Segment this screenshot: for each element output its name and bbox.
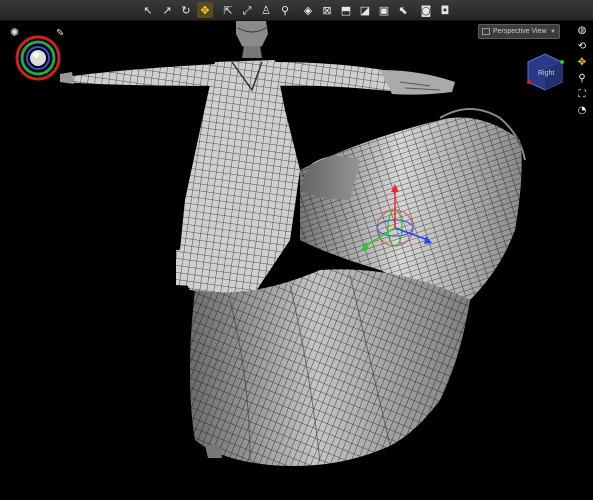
pan-icon[interactable]: ✥ <box>576 56 588 68</box>
light-icon[interactable]: ✺ <box>10 26 19 39</box>
spot-render-icon[interactable]: ▣ <box>376 2 392 18</box>
select-tool-icon[interactable]: ↖ <box>140 2 156 18</box>
view-selector-label: Perspective View <box>493 28 547 35</box>
orbit-icon[interactable]: ⟲ <box>576 40 588 52</box>
view-selector[interactable]: Perspective View ▼ <box>478 24 560 39</box>
scene-render[interactable]: Right <box>0 21 593 500</box>
region-nav-icon[interactable]: ◈ <box>300 2 316 18</box>
3d-viewport[interactable]: Right <box>0 21 593 500</box>
figure-robe <box>176 60 300 300</box>
pointer-tool-icon[interactable]: ⬉ <box>395 2 411 18</box>
figure-skirt <box>190 269 470 466</box>
translate-tool-icon[interactable]: ⇱ <box>220 2 236 18</box>
node-weight-brush-icon[interactable]: ◪ <box>357 2 373 18</box>
joint-editor-icon[interactable]: ♙ <box>258 2 274 18</box>
chevron-down-icon: ▼ <box>550 28 556 35</box>
navigation-ring <box>15 35 61 81</box>
camera-icon[interactable]: ◙ <box>418 2 434 18</box>
viewport-nav-tools: ◍ ⟲ ✥ ⚲ ⛶ ◔ <box>575 24 589 116</box>
view-cube: Right <box>527 53 564 91</box>
viewport-icon <box>482 28 490 35</box>
rotate-tool-icon[interactable]: ↻ <box>178 2 194 18</box>
scale-tool-icon[interactable]: ⤢ <box>239 2 255 18</box>
pin-icon[interactable]: ✎ <box>56 28 64 39</box>
figure-head <box>236 21 268 58</box>
globe-icon[interactable]: ◍ <box>576 24 588 36</box>
viewport-toolbar: ↖ ↗ ↻ ✥ ⇱ ⤢ ♙ ⚲ ◈ ⊠ ⬒ ◪ ▣ ⬉ ◙ ◘ <box>0 0 593 21</box>
reset-view-icon[interactable]: ◔ <box>576 104 588 116</box>
node-select-icon[interactable]: ↗ <box>159 2 175 18</box>
frame-icon[interactable]: ⛶ <box>576 88 588 100</box>
universal-tool-icon[interactable]: ✥ <box>197 2 213 18</box>
zoom-icon[interactable]: ⚲ <box>576 72 588 84</box>
render-icon[interactable]: ◘ <box>437 2 453 18</box>
surface-selection-icon[interactable]: ⬒ <box>338 2 354 18</box>
view-cube-label[interactable]: Right <box>538 70 554 77</box>
geometry-editor-icon[interactable]: ⊠ <box>319 2 335 18</box>
figure-pose-icon[interactable]: ⚲ <box>277 2 293 18</box>
